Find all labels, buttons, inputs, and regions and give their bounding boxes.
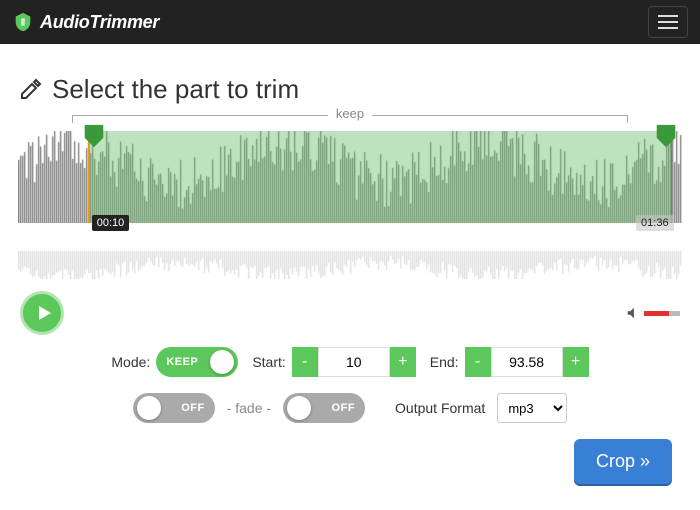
keep-label: keep <box>328 106 372 121</box>
fade-out-toggle-label: OFF <box>332 402 356 414</box>
selection-range[interactable] <box>88 131 672 223</box>
play-button[interactable] <box>20 291 64 335</box>
mode-toggle[interactable]: KEEP <box>156 347 238 377</box>
brand-logo[interactable]: AudioTrimmer <box>12 11 159 33</box>
end-decrement[interactable]: - <box>465 347 491 377</box>
trim-handle-start[interactable] <box>82 123 106 149</box>
end-time-label: 01:36 <box>636 215 674 231</box>
end-input[interactable] <box>491 347 563 377</box>
end-label: End: <box>430 354 459 370</box>
start-decrement[interactable]: - <box>292 347 318 377</box>
fade-in-toggle-label: OFF <box>181 402 205 414</box>
volume-slider[interactable] <box>644 311 680 316</box>
fade-out-toggle[interactable]: OFF <box>283 393 365 423</box>
brand-name: AudioTrimmer <box>40 12 159 33</box>
start-time-label: 00:10 <box>92 215 130 231</box>
output-format-select[interactable]: mp3 <box>497 393 567 423</box>
fade-label: - fade - <box>227 400 271 416</box>
output-format-label: Output Format <box>395 400 485 416</box>
start-label: Start: <box>252 354 285 370</box>
trim-handle-end[interactable] <box>654 123 678 149</box>
waveform[interactable]: 00:10 01:36 <box>18 131 682 251</box>
fade-in-toggle[interactable]: OFF <box>133 393 215 423</box>
mode-toggle-label: KEEP <box>166 356 198 368</box>
volume-control[interactable] <box>626 306 680 320</box>
edit-icon <box>18 78 42 102</box>
page-title: Select the part to trim <box>18 74 682 105</box>
play-icon <box>36 305 52 321</box>
logo-icon <box>12 11 34 33</box>
end-increment[interactable]: + <box>563 347 589 377</box>
start-input[interactable] <box>318 347 390 377</box>
page-title-text: Select the part to trim <box>52 74 299 105</box>
menu-button[interactable] <box>648 6 688 38</box>
keep-indicator: keep <box>72 115 628 127</box>
crop-button[interactable]: Crop » <box>574 439 672 484</box>
speaker-icon <box>626 306 640 320</box>
start-increment[interactable]: + <box>390 347 416 377</box>
mode-label: Mode: <box>111 354 150 370</box>
